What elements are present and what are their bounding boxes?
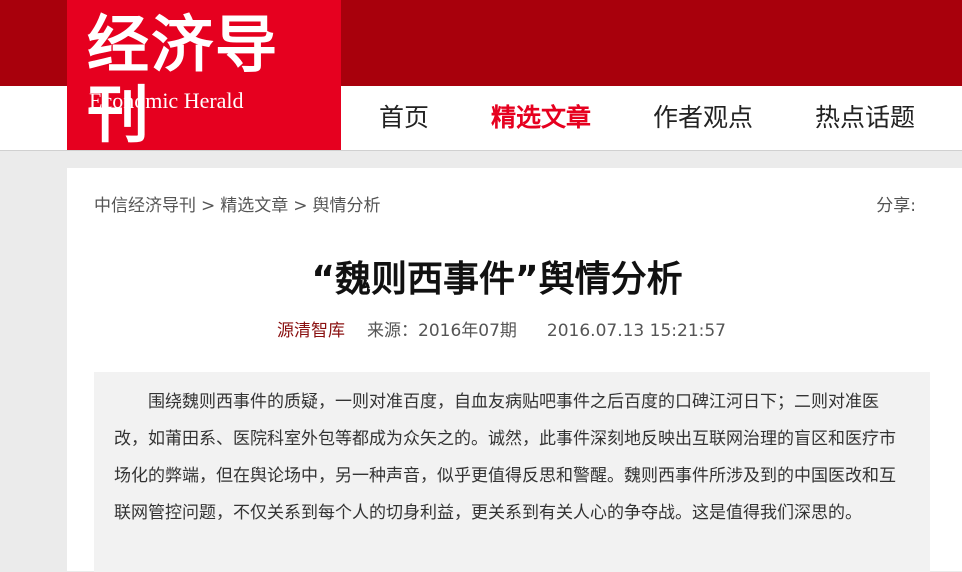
article-datetime: 2016.07.13 15:21:57 <box>546 321 726 341</box>
article-source: 来源：2016年07期 <box>367 321 517 341</box>
site-logo[interactable]: 经济导刊 Economic Herald <box>67 0 341 150</box>
nav-item-home[interactable]: 首页 <box>379 86 429 150</box>
breadcrumb-item-category[interactable]: 舆情分析 <box>313 196 381 216</box>
nav-item-hot-topics[interactable]: 热点话题 <box>815 86 915 150</box>
article-title: “魏则西事件”舆情分析 <box>311 259 683 300</box>
breadcrumb: 中信经济导刊 > 精选文章 > 舆情分析 <box>94 194 381 218</box>
breadcrumb-item-home[interactable]: 中信经济导刊 <box>94 196 196 216</box>
breadcrumb-item-featured[interactable]: 精选文章 <box>220 196 288 216</box>
nav-item-opinions[interactable]: 作者观点 <box>653 86 753 150</box>
breadcrumb-separator: > <box>201 196 216 216</box>
logo-chinese-text: 经济导刊 <box>87 8 280 151</box>
logo-english-text: Economic Herald <box>89 88 244 113</box>
share-label: 分享: <box>876 196 916 216</box>
breadcrumb-separator: > <box>293 196 308 216</box>
article-abstract: 围绕魏则西事件的质疑，一则对准百度，自血友病贴吧事件之后百度的口碑江河日下；二则… <box>94 372 930 572</box>
main-nav: 首页 精选文章 作者观点 热点话题 <box>341 86 915 150</box>
article-meta: 源清智库 来源：2016年07期 2016.07.13 15:21:57 <box>277 319 726 343</box>
article-author[interactable]: 源清智库 <box>277 321 345 341</box>
nav-item-featured[interactable]: 精选文章 <box>491 86 591 150</box>
article-container: 中信经济导刊 > 精选文章 > 舆情分析 分享: “魏则西事件”舆情分析 源清智库 来源：… <box>67 168 962 572</box>
